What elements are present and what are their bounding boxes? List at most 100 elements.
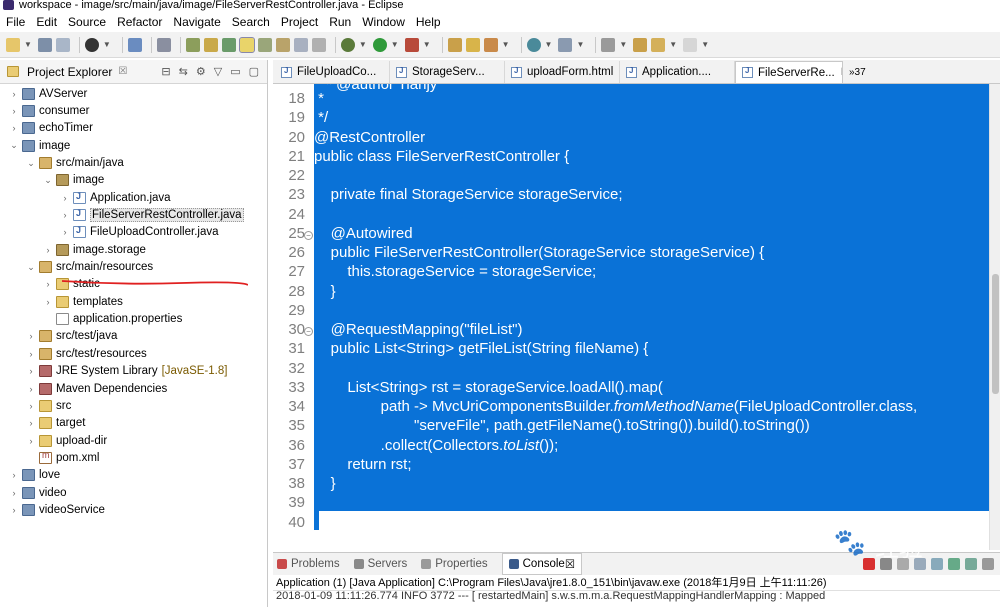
filter-icon[interactable]: ⚙ bbox=[196, 65, 206, 78]
tree-item[interactable]: ⌄ src/main/resources bbox=[0, 258, 267, 275]
collapse-all-icon[interactable]: ⊟ bbox=[161, 65, 170, 78]
editor-tab[interactable]: uploadForm.html bbox=[505, 61, 620, 83]
new-package-icon[interactable] bbox=[447, 37, 462, 52]
menu-refactor[interactable]: Refactor bbox=[117, 15, 162, 29]
menu-edit[interactable]: Edit bbox=[36, 15, 57, 29]
save-all-icon[interactable] bbox=[55, 37, 70, 52]
external-tools-icon[interactable] bbox=[404, 37, 419, 52]
expand-right-icon[interactable]: › bbox=[25, 349, 37, 359]
tree-item[interactable]: ⌄ src/main/java bbox=[0, 154, 267, 171]
forward-icon[interactable] bbox=[683, 37, 698, 52]
expand-right-icon[interactable]: › bbox=[8, 89, 20, 99]
expand-right-icon[interactable]: › bbox=[25, 436, 37, 446]
editor-vertical-scrollbar[interactable] bbox=[989, 84, 1000, 550]
chevron-down-icon[interactable]: ▼ bbox=[619, 40, 627, 49]
tree-item[interactable]: ⌄ image bbox=[0, 172, 267, 189]
bottom-tab-problems[interactable]: Problems bbox=[277, 558, 340, 570]
show-whitespace-icon[interactable] bbox=[293, 37, 308, 52]
expand-right-icon[interactable]: › bbox=[25, 366, 37, 376]
tree-item[interactable]: › src/test/resources bbox=[0, 345, 267, 362]
tree-item[interactable]: › templates bbox=[0, 293, 267, 310]
chevron-down-icon[interactable]: ▼ bbox=[502, 40, 510, 49]
chevron-down-icon[interactable]: ▼ bbox=[24, 40, 32, 49]
chevron-down-icon[interactable]: ▼ bbox=[701, 40, 709, 49]
mark-occurrences-icon[interactable] bbox=[238, 36, 255, 53]
close-icon[interactable]: ☒ bbox=[565, 557, 575, 571]
expand-right-icon[interactable]: › bbox=[25, 384, 37, 394]
chevron-down-icon[interactable]: ▼ bbox=[576, 40, 584, 49]
globe-icon[interactable] bbox=[526, 37, 541, 52]
refresh-icon[interactable] bbox=[221, 37, 236, 52]
expand-right-icon[interactable]: › bbox=[42, 245, 54, 255]
open-task-icon[interactable] bbox=[483, 37, 498, 52]
expand-right-icon[interactable]: › bbox=[59, 210, 71, 220]
expand-right-icon[interactable]: › bbox=[8, 488, 20, 498]
scroll-lock-icon[interactable] bbox=[931, 558, 943, 570]
editor-tab[interactable]: FileServerRe...☒ bbox=[735, 61, 843, 83]
block-selection-icon[interactable] bbox=[311, 37, 326, 52]
tree-item[interactable]: › Application.java bbox=[0, 189, 267, 206]
scrollbar-thumb[interactable] bbox=[992, 274, 999, 394]
expand-right-icon[interactable]: › bbox=[42, 279, 54, 289]
bottom-tab-properties[interactable]: Properties bbox=[421, 558, 488, 570]
expand-right-icon[interactable]: › bbox=[25, 418, 37, 428]
search-icon[interactable] bbox=[558, 37, 573, 52]
tree-item[interactable]: › consumer bbox=[0, 102, 267, 119]
pin-console-icon[interactable] bbox=[948, 558, 960, 570]
open-type-icon[interactable] bbox=[465, 37, 480, 52]
expand-right-icon[interactable]: › bbox=[25, 401, 37, 411]
project-explorer-tab[interactable]: Project Explorer ☒ ⊟ ⇆ ⚙ ▽ ▭ ▢ bbox=[0, 60, 267, 84]
chevron-down-icon[interactable]: ▼ bbox=[359, 40, 367, 49]
editor-tab[interactable]: FileUploadCo... bbox=[275, 61, 390, 83]
tree-item[interactable]: › src/test/java bbox=[0, 328, 267, 345]
link-with-editor-icon[interactable]: ⇆ bbox=[179, 65, 188, 78]
save-icon[interactable] bbox=[37, 37, 52, 52]
tree-item[interactable]: application.properties bbox=[0, 310, 267, 327]
tree-item[interactable]: › target bbox=[0, 415, 267, 432]
perspective-icon[interactable] bbox=[84, 37, 99, 52]
build-icon[interactable] bbox=[185, 37, 200, 52]
expand-right-icon[interactable]: › bbox=[8, 470, 20, 480]
tree-item[interactable]: › upload-dir bbox=[0, 432, 267, 449]
expand-down-icon[interactable]: ⌄ bbox=[25, 158, 37, 169]
tree-item[interactable]: › video bbox=[0, 484, 267, 501]
expand-right-icon[interactable]: › bbox=[8, 505, 20, 515]
minimize-icon[interactable] bbox=[982, 558, 994, 570]
expand-right-icon[interactable]: › bbox=[59, 227, 71, 237]
chevron-down-icon[interactable]: ▼ bbox=[391, 40, 399, 49]
tree-item[interactable]: › image.storage bbox=[0, 241, 267, 258]
new-icon[interactable] bbox=[6, 37, 20, 52]
expand-down-icon[interactable]: ⌄ bbox=[8, 140, 20, 151]
skip-breakpoints-icon[interactable] bbox=[156, 37, 171, 52]
last-edit-icon[interactable] bbox=[633, 37, 648, 52]
tree-item[interactable]: pom.xml bbox=[0, 449, 267, 466]
fold-marker-icon[interactable]: − bbox=[304, 230, 313, 240]
tree-item[interactable]: › videoService bbox=[0, 501, 267, 518]
back-icon[interactable] bbox=[651, 37, 666, 52]
tree-item[interactable]: ⌄ image bbox=[0, 137, 267, 154]
bottom-tab-console[interactable]: Console ☒ bbox=[501, 553, 583, 575]
view-menu-icon[interactable]: ▽ bbox=[214, 65, 222, 78]
fold-marker-icon[interactable]: − bbox=[304, 327, 313, 336]
expand-right-icon[interactable]: › bbox=[59, 193, 71, 203]
maximize-icon[interactable]: ▢ bbox=[249, 65, 259, 78]
display-console-icon[interactable] bbox=[965, 558, 977, 570]
expand-right-icon[interactable]: › bbox=[8, 106, 20, 116]
menu-search[interactable]: Search bbox=[232, 15, 270, 29]
next-annotation-icon[interactable] bbox=[275, 37, 290, 52]
minimize-icon[interactable]: ▭ bbox=[230, 65, 240, 78]
expand-down-icon[interactable]: ⌄ bbox=[42, 175, 54, 186]
menu-run[interactable]: Run bbox=[329, 15, 351, 29]
build-all-icon[interactable] bbox=[203, 37, 218, 52]
tree-item[interactable]: › Maven Dependencies bbox=[0, 380, 267, 397]
tree-item[interactable]: › src bbox=[0, 397, 267, 414]
editor-tab-overflow[interactable]: »37 bbox=[843, 61, 873, 83]
annotation-icon[interactable] bbox=[257, 37, 272, 52]
chevron-down-icon[interactable]: ▼ bbox=[545, 40, 553, 49]
expand-right-icon[interactable]: › bbox=[25, 331, 37, 341]
bottom-tab-servers[interactable]: Servers bbox=[353, 558, 407, 570]
close-icon[interactable]: ☒ bbox=[118, 66, 127, 77]
tree-item[interactable]: › AVServer bbox=[0, 85, 267, 102]
tree-item[interactable]: › FileServerRestController.java bbox=[0, 206, 267, 223]
tree-item[interactable]: › echoTimer bbox=[0, 120, 267, 137]
